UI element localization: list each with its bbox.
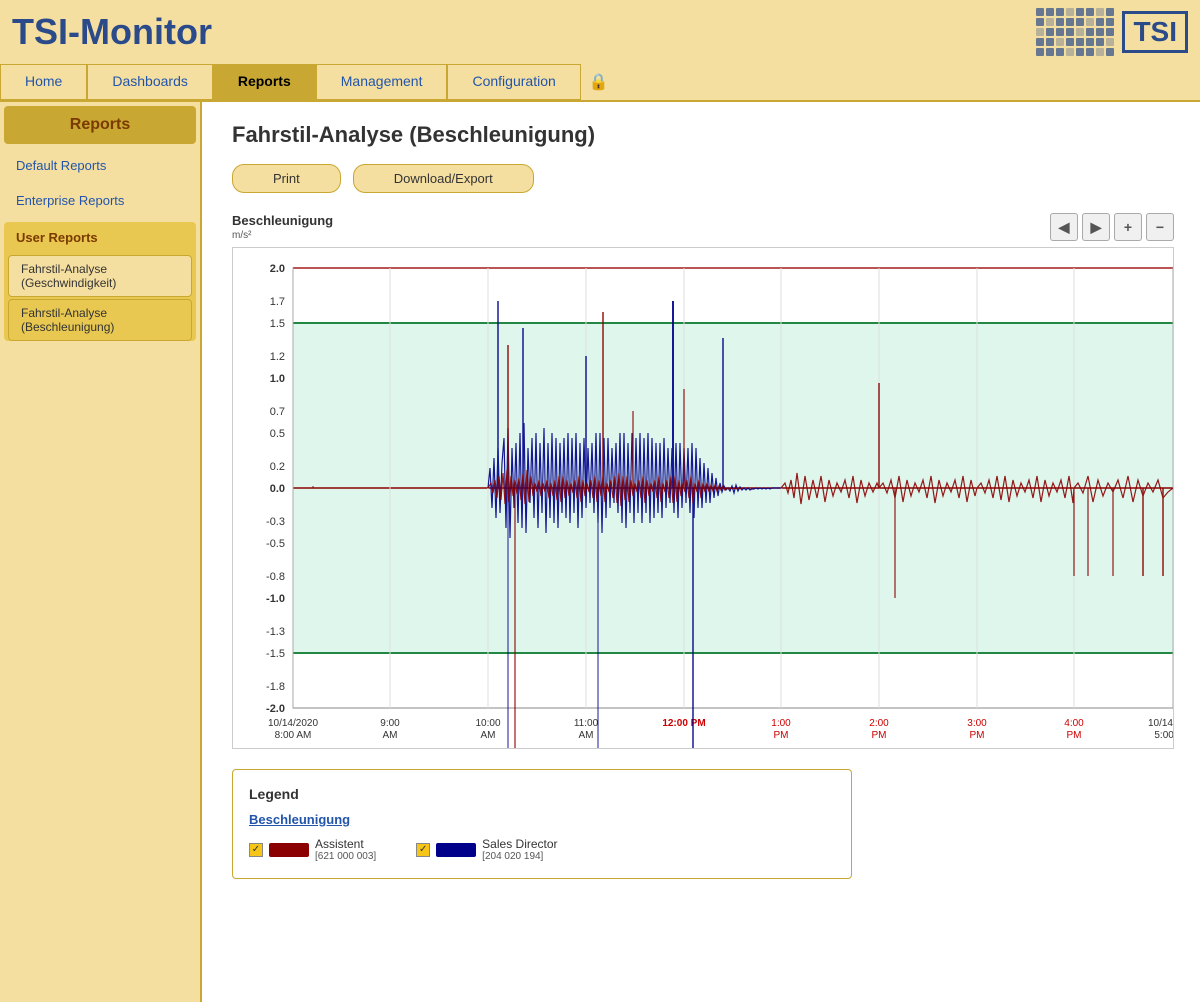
svg-text:PM: PM [872, 730, 887, 741]
svg-text:-0.3: -0.3 [266, 516, 285, 528]
nav-reports[interactable]: Reports [213, 64, 316, 100]
svg-text:2:00: 2:00 [869, 718, 889, 729]
svg-text:1.7: 1.7 [270, 296, 285, 308]
sidebar-fahrstil-beschleunigung[interactable]: Fahrstil-Analyse (Beschleunigung) [8, 299, 192, 341]
chart-svg: 2.0 1.7 1.5 1.2 1.0 0.7 0.5 0.2 0.0 -0.3… [233, 248, 1173, 748]
svg-text:10/14/2020: 10/14/2020 [1148, 718, 1173, 729]
chart-area: 2.0 1.7 1.5 1.2 1.0 0.7 0.5 0.2 0.0 -0.3… [232, 247, 1174, 749]
svg-text:3:00: 3:00 [967, 718, 987, 729]
svg-text:10/14/2020: 10/14/2020 [268, 718, 318, 729]
svg-text:1.0: 1.0 [270, 373, 285, 385]
svg-text:5:00 PM: 5:00 PM [1154, 730, 1173, 741]
svg-text:1.5: 1.5 [270, 318, 285, 330]
lock-icon: 🔒 [581, 64, 617, 100]
chart-container: Beschleunigung m/s² ◀ ▶ + − [232, 213, 1174, 749]
legend-checkbox-assistent[interactable]: ✓ [249, 843, 263, 857]
sidebar-fahrstil-geschwindigkeit[interactable]: Fahrstil-Analyse (Geschwindigkeit) [8, 255, 192, 297]
svg-text:AM: AM [481, 730, 496, 741]
sidebar-header: Reports [4, 106, 196, 144]
sidebar-enterprise-reports[interactable]: Enterprise Reports [0, 183, 200, 218]
svg-text:0.7: 0.7 [270, 406, 285, 418]
chart-zoom-out[interactable]: − [1146, 213, 1174, 241]
svg-text:1.2: 1.2 [270, 351, 285, 363]
chart-zoom-in[interactable]: + [1114, 213, 1142, 241]
svg-text:-1.0: -1.0 [266, 593, 285, 605]
svg-text:-0.8: -0.8 [266, 571, 285, 583]
svg-text:AM: AM [383, 730, 398, 741]
svg-text:2.0: 2.0 [270, 263, 285, 275]
chart-nav-next[interactable]: ▶ [1082, 213, 1110, 241]
legend-checkbox-sales-director[interactable]: ✓ [416, 843, 430, 857]
chart-nav: ◀ ▶ + − [1050, 213, 1174, 241]
svg-text:AM: AM [579, 730, 594, 741]
svg-text:PM: PM [1067, 730, 1082, 741]
tsi-logo: TSI [1036, 8, 1188, 56]
chart-unit: m/s² [232, 230, 333, 241]
sidebar: Reports Default Reports Enterprise Repor… [0, 102, 200, 1002]
chart-nav-prev[interactable]: ◀ [1050, 213, 1078, 241]
app-title: TSI-Monitor [12, 11, 212, 53]
svg-text:12:00 PM: 12:00 PM [662, 718, 705, 729]
legend-item-sales-director: ✓ Sales Director [204 020 194] [416, 837, 557, 862]
svg-text:1:00: 1:00 [771, 718, 791, 729]
main-content: Fahrstil-Analyse (Beschleunigung) Print … [200, 102, 1200, 1002]
sidebar-user-reports-section: User Reports Fahrstil-Analyse (Geschwind… [4, 222, 196, 341]
svg-text:10:00: 10:00 [475, 718, 500, 729]
sidebar-user-reports-header: User Reports [4, 222, 196, 253]
svg-text:PM: PM [970, 730, 985, 741]
svg-text:11:00: 11:00 [574, 718, 599, 729]
chart-title: Beschleunigung [232, 213, 333, 228]
svg-text:8:00 AM: 8:00 AM [275, 730, 312, 741]
legend-color-sales-director [436, 843, 476, 857]
legend-box: Legend Beschleunigung ✓ Assistent [621 0… [232, 769, 852, 879]
svg-text:-2.0: -2.0 [266, 703, 285, 715]
nav-dashboards[interactable]: Dashboards [87, 64, 213, 100]
svg-text:4:00: 4:00 [1064, 718, 1084, 729]
legend-label-assistent: Assistent [621 000 003] [315, 837, 376, 862]
svg-text:-1.8: -1.8 [266, 681, 285, 693]
legend-color-assistent [269, 843, 309, 857]
navbar: Home Dashboards Reports Management Confi… [0, 64, 1200, 102]
svg-text:-1.5: -1.5 [266, 648, 285, 660]
svg-text:0.2: 0.2 [270, 461, 285, 473]
svg-text:9:00: 9:00 [380, 718, 400, 729]
toolbar: Print Download/Export [232, 164, 1174, 193]
nav-configuration[interactable]: Configuration [447, 64, 580, 100]
legend-items: ✓ Assistent [621 000 003] ✓ Sales Direct… [249, 837, 835, 862]
print-button[interactable]: Print [232, 164, 341, 193]
svg-text:0.5: 0.5 [270, 428, 285, 440]
legend-section-title: Beschleunigung [249, 812, 835, 827]
nav-management[interactable]: Management [316, 64, 448, 100]
svg-text:-0.5: -0.5 [266, 538, 285, 550]
app-header: TSI-Monitor TSI [0, 0, 1200, 64]
tsi-dots [1036, 8, 1114, 56]
svg-text:PM: PM [774, 730, 789, 741]
download-button[interactable]: Download/Export [353, 164, 534, 193]
svg-text:0.0: 0.0 [270, 483, 285, 495]
legend-title: Legend [249, 786, 835, 802]
tsi-text: TSI [1122, 11, 1188, 53]
sidebar-default-reports[interactable]: Default Reports [0, 148, 200, 183]
svg-text:-1.3: -1.3 [266, 626, 285, 638]
legend-label-sales-director: Sales Director [204 020 194] [482, 837, 557, 862]
nav-home[interactable]: Home [0, 64, 87, 100]
legend-item-assistent: ✓ Assistent [621 000 003] [249, 837, 376, 862]
main-layout: Reports Default Reports Enterprise Repor… [0, 102, 1200, 1002]
page-title: Fahrstil-Analyse (Beschleunigung) [232, 122, 1174, 148]
